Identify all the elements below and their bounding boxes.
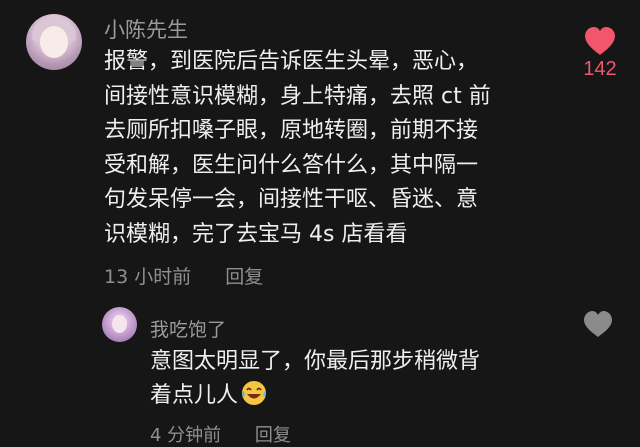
reply-button[interactable]: 回复 — [225, 266, 263, 288]
avatar-face — [40, 26, 68, 58]
like-button[interactable] — [578, 310, 618, 338]
comment-line: 报警，到医院后告诉医生头晕，恶心， — [104, 49, 479, 74]
heart-outline-icon — [584, 311, 612, 337]
reply-time: 4 分钟前 — [150, 425, 222, 446]
avatar-face — [112, 315, 127, 333]
reply-username[interactable]: 我吃饱了 — [150, 315, 226, 342]
comment-line: 受和解，医生问什么答什么，其中隔一 — [104, 152, 479, 178]
like-button[interactable]: 142 — [575, 26, 625, 81]
comment-body: 报警，到医院后告诉医生头晕，恶心， 间接性意识模糊，身上特痛，去照 ct 前 去… — [104, 45, 491, 252]
reply-meta: 4 分钟前 回复 — [150, 421, 291, 447]
reply-line: 意图太明显了，你最后那步稍微背 — [150, 349, 481, 374]
comment-username[interactable]: 小陈先生 — [104, 14, 188, 44]
laughing-tears-emoji-icon — [242, 381, 267, 405]
avatar[interactable] — [102, 307, 137, 342]
comment-line: 句发呆停一会，间接性干呕、昏迷、意 — [104, 187, 479, 212]
reply-line-text: 着点儿人 — [150, 383, 239, 408]
comment-meta: 13 小时前 回复 — [104, 262, 263, 289]
heart-filled-icon — [585, 27, 615, 55]
reply-line: 着点儿人 — [150, 379, 480, 413]
avatar[interactable] — [26, 14, 82, 70]
like-count: 142 — [583, 58, 617, 80]
comment-line: 识模糊，完了去宝马 4s 店看看 — [104, 221, 408, 247]
reply-button[interactable]: 回复 — [255, 425, 291, 446]
comment-line: 间接性意识模糊，身上特痛，去照 ct 前 — [104, 83, 491, 109]
comment-time: 13 小时前 — [104, 266, 192, 288]
reply-body: 意图太明显了，你最后那步稍微背 着点儿人 — [150, 345, 480, 413]
comment-line: 去厕所扣嗓子眼，原地转圈，前期不接 — [104, 118, 479, 143]
